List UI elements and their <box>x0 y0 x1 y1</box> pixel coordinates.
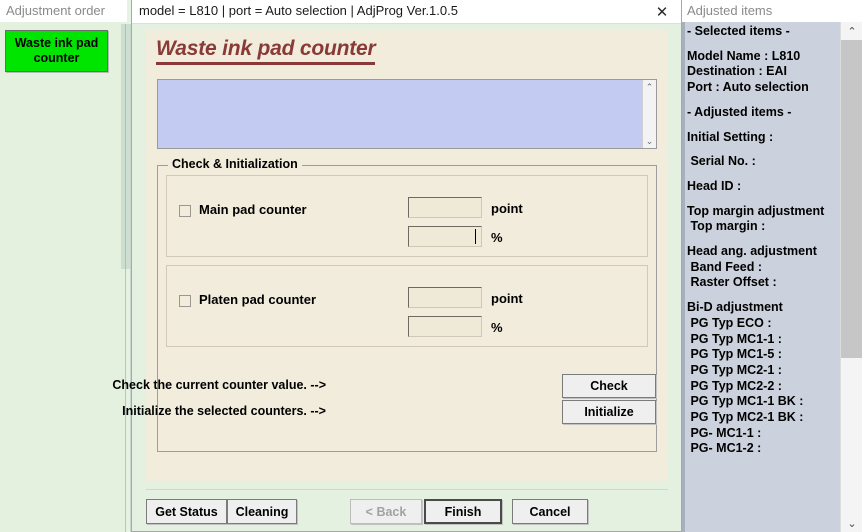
adjprog-dialog: model = L810 | port = Auto selection | A… <box>112 0 682 532</box>
back-button[interactable]: < Back <box>350 499 422 524</box>
initialize-button[interactable]: Initialize <box>562 400 656 424</box>
group-legend: Check & Initialization <box>168 157 302 171</box>
platen-pad-counter-row: Platen pad counter point % <box>166 265 648 347</box>
list-item: Band Feed : <box>687 259 763 274</box>
main-pad-percent-input[interactable] <box>408 226 482 247</box>
list-gap <box>687 170 837 179</box>
main-pad-counter-checkbox[interactable] <box>179 205 191 217</box>
platen-pad-point-unit: point <box>491 291 523 306</box>
list-item: PG Typ MC2-1 BK : <box>687 410 804 425</box>
list-item: Serial No. : <box>687 154 756 169</box>
platen-pad-point-input[interactable] <box>408 287 482 308</box>
list-item: Raster Offset : <box>687 275 777 290</box>
list-item: Model Name : L810 <box>687 48 801 63</box>
main-pad-percent-unit: % <box>491 230 503 245</box>
dialog-title: model = L810 | port = Auto selection | A… <box>139 3 458 18</box>
background-scrollbar-edge <box>125 24 126 532</box>
list-item: Port : Auto selection <box>687 80 809 95</box>
platen-pad-percent-input[interactable] <box>408 316 482 337</box>
initialize-action-label: Initialize the selected counters. --> <box>122 404 326 418</box>
list-item: PG Typ MC2-2 : <box>687 378 782 393</box>
list-item: PG- MC1-2 : <box>687 441 762 456</box>
list-item: PG Typ MC1-1 : <box>687 331 782 346</box>
check-button[interactable]: Check <box>562 374 656 398</box>
list-item: Bi-D adjustment <box>687 300 783 315</box>
footer-separator <box>146 489 668 490</box>
close-icon[interactable]: ✕ <box>645 1 679 22</box>
list-item: Top margin : <box>687 219 766 234</box>
platen-pad-percent-unit: % <box>491 320 503 335</box>
list-item: - Selected items - <box>687 24 790 38</box>
main-pad-point-unit: point <box>491 201 523 216</box>
text-caret <box>475 229 476 244</box>
scroll-down-icon[interactable]: ⌄ <box>643 134 656 148</box>
get-status-button[interactable]: Get Status <box>146 499 227 524</box>
list-item: Head ang. adjustment <box>687 244 817 259</box>
scroll-up-icon[interactable]: ⌃ <box>841 22 862 40</box>
platen-pad-counter-label: Platen pad counter <box>199 292 317 307</box>
adjustment-order-list: Waste ink pad counter <box>5 30 110 74</box>
list-item: PG Typ MC1-5 : <box>687 347 782 362</box>
dialog-body: Waste ink pad counter ⌃ ⌄ Check & Initia… <box>112 29 668 481</box>
sidebar-item-waste-ink-pad-counter[interactable]: Waste ink pad counter <box>5 30 108 72</box>
list-gap <box>687 145 837 154</box>
platen-pad-counter-checkbox[interactable] <box>179 295 191 307</box>
scroll-down-icon[interactable]: ⌄ <box>841 514 862 532</box>
message-box[interactable]: ⌃ ⌄ <box>157 79 657 149</box>
list-item: PG Typ MC1-1 BK : <box>687 394 804 409</box>
panel-divider <box>682 22 685 532</box>
list-item: - Adjusted items - <box>687 104 792 119</box>
adjusted-items-panel: Adjusted items - Selected items - Model N… <box>682 0 862 532</box>
check-action-label: Check the current counter value. --> <box>112 378 326 392</box>
list-gap <box>687 121 837 130</box>
dialog-titlebar: model = L810 | port = Auto selection | A… <box>132 0 681 24</box>
list-item: Destination : EAI <box>687 64 788 79</box>
main-pad-counter-label: Main pad counter <box>199 202 307 217</box>
adjusted-items-header: Adjusted items <box>682 0 862 22</box>
list-item: Head ID : <box>687 178 742 193</box>
scroll-up-icon[interactable]: ⌃ <box>643 80 656 94</box>
cleaning-button[interactable]: Cleaning <box>227 499 297 524</box>
list-item: Top margin adjustment <box>687 203 825 218</box>
main-pad-point-input[interactable] <box>408 197 482 218</box>
list-gap <box>687 291 837 300</box>
list-item: PG Typ ECO : <box>687 315 772 330</box>
adjusted-items-scrollbar[interactable]: ⌃ ⌄ <box>840 22 862 532</box>
page-title: Waste ink pad counter <box>156 37 376 65</box>
adjustment-order-header: Adjustment order <box>0 0 127 22</box>
adjusted-items-list: - Selected items - Model Name : L810 Desti… <box>687 24 837 529</box>
message-box-scrollbar[interactable]: ⌃ ⌄ <box>642 80 656 148</box>
cancel-button[interactable]: Cancel <box>512 499 588 524</box>
list-gap <box>687 235 837 244</box>
list-item: PG- MC1-1 : <box>687 425 762 440</box>
list-gap <box>687 40 837 49</box>
list-gap <box>687 96 837 105</box>
list-item: Initial Setting : <box>687 129 774 144</box>
list-item: PG Typ MC2-1 : <box>687 362 782 377</box>
main-pad-counter-row: Main pad counter point % <box>166 175 648 257</box>
adjustment-order-panel: Adjustment order Waste ink pad counter <box>0 0 127 532</box>
finish-button[interactable]: Finish <box>424 499 502 524</box>
list-gap <box>687 195 837 204</box>
scrollbar-thumb[interactable] <box>841 40 862 358</box>
